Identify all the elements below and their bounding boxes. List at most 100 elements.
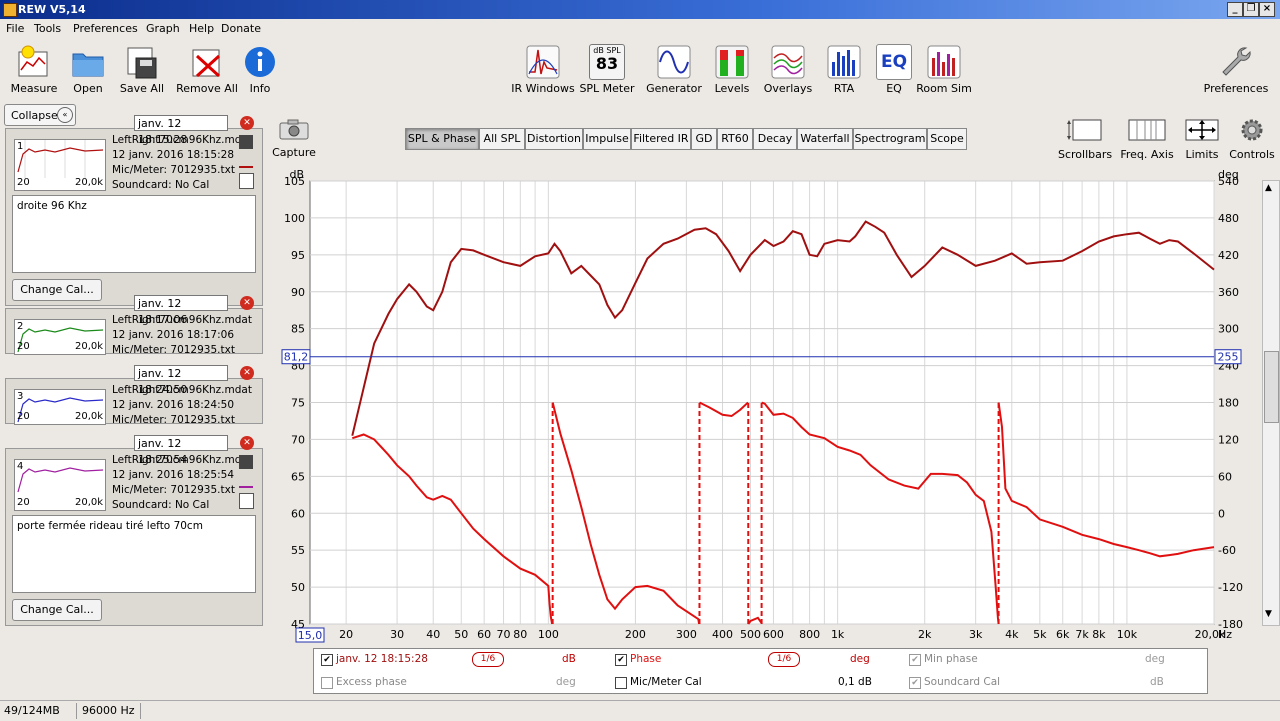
y2-axis-label: deg bbox=[1218, 168, 1239, 181]
legend-item1-unit: dB bbox=[562, 653, 576, 665]
graph-edit-icon[interactable] bbox=[239, 135, 253, 149]
scrollbars-button[interactable]: Scrollbars bbox=[1058, 118, 1112, 161]
measurement-mic: Mic/Meter: 7012935.txt bbox=[112, 164, 235, 176]
scrollbars-icon bbox=[1067, 119, 1102, 141]
legend-item4-checkbox[interactable] bbox=[321, 677, 333, 689]
scroll-up-icon[interactable]: ▲ bbox=[1265, 183, 1272, 193]
legend-item6-checkbox[interactable]: ✔ bbox=[909, 677, 921, 689]
menu-graph[interactable]: Graph bbox=[146, 22, 180, 35]
measurement-soundcard: Soundcard: No Cal bbox=[112, 499, 210, 511]
tab-decay[interactable]: Decay bbox=[753, 128, 797, 150]
x-tick-label: 600 bbox=[763, 628, 784, 641]
legend-item2-smoothing[interactable]: 1/6 bbox=[768, 652, 800, 667]
menu-donate[interactable]: Donate bbox=[221, 22, 261, 35]
x-tick-label: 5k bbox=[1033, 628, 1047, 641]
ir-windows-icon bbox=[526, 45, 560, 79]
capture-button[interactable]: Capture bbox=[272, 118, 316, 160]
main-toolbar: Measure Open Save All Remove All Info IR… bbox=[0, 39, 1280, 99]
legend-item4-label: Excess phase bbox=[336, 676, 407, 688]
measurement-card-3[interactable]: janv. 12 18:24:50 ✕ 3 20 20,0k LeftRight… bbox=[5, 365, 263, 425]
measurement-timestamp: 12 janv. 2016 18:17:06 bbox=[112, 329, 234, 341]
tab-all-spl[interactable]: All SPL bbox=[479, 128, 525, 150]
measurement-thumbnail[interactable]: 1 20 20,0k bbox=[14, 139, 106, 191]
room-sim-button[interactable]: Room Sim bbox=[906, 39, 982, 97]
y-tick-label: 55 bbox=[291, 544, 305, 557]
measurement-thumbnail[interactable]: 3 20 20,0k bbox=[14, 389, 106, 425]
freq-axis-button[interactable]: Freq. Axis bbox=[1118, 118, 1176, 161]
legend-item5-checkbox[interactable] bbox=[615, 677, 627, 689]
tab-spectrogram[interactable]: Spectrogram bbox=[853, 128, 927, 150]
limits-button[interactable]: Limits bbox=[1180, 118, 1224, 161]
color-pen-icon[interactable] bbox=[239, 154, 253, 168]
change-cal-button[interactable]: Change Cal... bbox=[12, 599, 102, 621]
collapse-button[interactable]: Collapse « bbox=[4, 104, 76, 126]
preferences-button[interactable]: Preferences bbox=[1198, 39, 1274, 97]
tab-spl-phase[interactable]: SPL & Phase bbox=[405, 128, 479, 150]
menu-preferences[interactable]: Preferences bbox=[73, 22, 138, 35]
scroll-down-icon[interactable]: ▼ bbox=[1265, 609, 1272, 619]
close-window-button[interactable]: × bbox=[1259, 2, 1275, 17]
measurement-date-field[interactable]: janv. 12 18:17:06 bbox=[134, 295, 228, 326]
tab-distortion[interactable]: Distortion bbox=[525, 128, 583, 150]
maximize-button[interactable]: ❐ bbox=[1243, 2, 1259, 17]
tab-filtered-ir[interactable]: Filtered IR bbox=[631, 128, 691, 150]
graph-vertical-scrollbar[interactable]: ▲ ▼ bbox=[1262, 180, 1280, 626]
measurement-file: LeftRight70cm96Khz.mdat bbox=[112, 454, 252, 466]
menu-help[interactable]: Help bbox=[189, 22, 214, 35]
tab-scope[interactable]: Scope bbox=[927, 128, 967, 150]
double-chevron-left-icon: « bbox=[57, 107, 73, 123]
tab-gd[interactable]: GD bbox=[691, 128, 717, 150]
menu-tools[interactable]: Tools bbox=[34, 22, 61, 35]
notes-icon[interactable] bbox=[239, 493, 254, 509]
legend-item5-label: Mic/Meter Cal bbox=[630, 676, 702, 688]
legend-item1-checkbox[interactable]: ✔ bbox=[321, 654, 333, 666]
x-tick-label: 500 bbox=[740, 628, 761, 641]
legend-item1-smoothing[interactable]: 1/6 bbox=[472, 652, 504, 667]
graph-edit-icon[interactable] bbox=[239, 455, 253, 469]
measurement-notes[interactable]: porte fermée rideau tiré lefto 70cm bbox=[12, 515, 256, 593]
measurement-card-1[interactable]: janv. 12 18:15:28 ✕ 1 20 20,0k LeftRight… bbox=[5, 115, 263, 306]
legend-item2-checkbox[interactable]: ✔ bbox=[615, 654, 627, 666]
chart-svg[interactable]: 1051009590858075706560555045540480420360… bbox=[278, 165, 1280, 645]
measurement-thumbnail[interactable]: 4 20 20,0k bbox=[14, 459, 106, 511]
controls-button[interactable]: Controls bbox=[1228, 118, 1276, 161]
measurement-date-field[interactable]: janv. 12 18:15:28 bbox=[134, 115, 228, 146]
x-tick-label: 800 bbox=[799, 628, 820, 641]
color-pen-icon[interactable] bbox=[239, 474, 253, 488]
tab-impulse[interactable]: Impulse bbox=[583, 128, 631, 150]
info-icon bbox=[245, 47, 275, 77]
close-icon[interactable]: ✕ bbox=[240, 436, 254, 450]
measure-icon bbox=[18, 45, 48, 77]
close-icon[interactable]: ✕ bbox=[240, 366, 254, 380]
measurement-soundcard: Soundcard: No Cal bbox=[112, 179, 210, 191]
gear-icon bbox=[1241, 119, 1263, 141]
title-bar: REW V5,14 _ ❐ × bbox=[0, 0, 1280, 19]
close-icon[interactable]: ✕ bbox=[240, 296, 254, 310]
info-button[interactable]: Info bbox=[222, 39, 298, 97]
change-cal-button[interactable]: Change Cal... bbox=[12, 279, 102, 301]
measurement-date-field[interactable]: janv. 12 18:25:54 bbox=[134, 435, 228, 466]
x-tick-label: 6k bbox=[1056, 628, 1070, 641]
notes-icon[interactable] bbox=[239, 173, 254, 189]
measurement-thumbnail[interactable]: 2 20 20,0k bbox=[14, 319, 106, 355]
remove-icon bbox=[192, 49, 221, 78]
measurement-card-2[interactable]: janv. 12 18:17:06 ✕ 2 20 20,0k LeftRight… bbox=[5, 295, 263, 355]
measurement-card-4[interactable]: janv. 12 18:25:54 ✕ 4 20 20,0k LeftRight… bbox=[5, 435, 263, 626]
measurement-notes[interactable]: droite 96 Khz bbox=[12, 195, 256, 273]
spl-phase-graph[interactable]: 105 100 95 90 85 80 75 70 65 60 55 50 45 540 480 420 360… bbox=[278, 165, 1280, 645]
scrollbar-thumb[interactable] bbox=[1264, 351, 1279, 423]
menu-file[interactable]: File bbox=[6, 22, 24, 35]
measurement-date-field[interactable]: janv. 12 18:24:50 bbox=[134, 365, 228, 396]
measurement-timestamp: 12 janv. 2016 18:25:54 bbox=[112, 469, 234, 481]
x-tick-label: 4k bbox=[1005, 628, 1019, 641]
measurement-file: LeftRight70cm96Khz.mdat bbox=[112, 384, 252, 396]
tab-rt60[interactable]: RT60 bbox=[717, 128, 753, 150]
tab-waterfall[interactable]: Waterfall bbox=[797, 128, 853, 150]
legend-item3-checkbox[interactable]: ✔ bbox=[909, 654, 921, 666]
legend-item6-unit: dB bbox=[1150, 676, 1164, 688]
menu-bar: File Tools Preferences Graph Help Donate bbox=[0, 19, 1280, 39]
minimize-button[interactable]: _ bbox=[1227, 2, 1243, 17]
close-icon[interactable]: ✕ bbox=[240, 116, 254, 130]
x-tick-label: 50 bbox=[454, 628, 468, 641]
measurement-file: LeftRight70cm96Khz.mdat bbox=[112, 314, 252, 326]
